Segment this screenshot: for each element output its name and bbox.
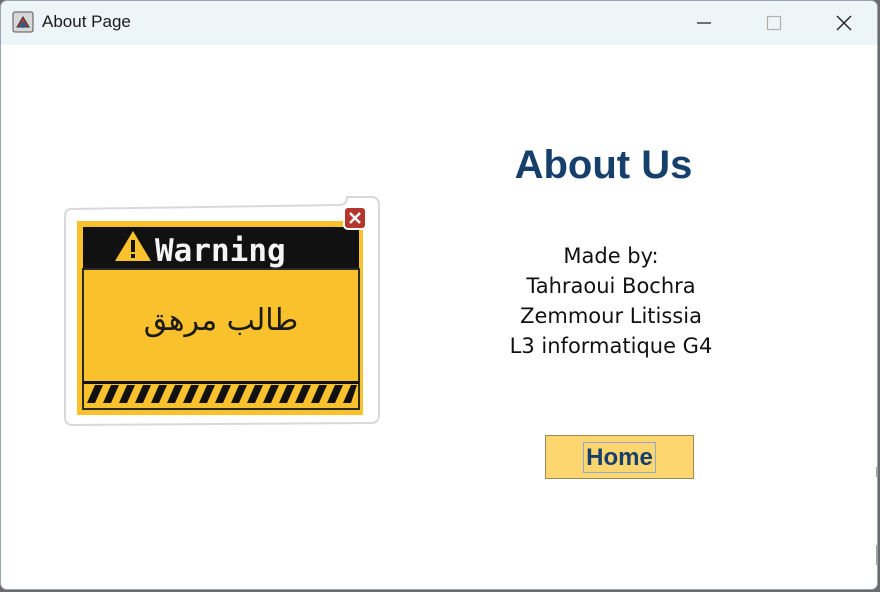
sticker-heading: Warning <box>155 233 286 269</box>
maximize-icon <box>766 15 782 31</box>
maximize-button[interactable] <box>739 1 809 45</box>
close-icon <box>836 15 852 31</box>
group-label: L3 informatique G4 <box>509 334 713 358</box>
sticker-close-icon <box>343 206 367 230</box>
credits-block: Made by: Tahraoui Bochra Zemmour Litissi… <box>471 241 751 361</box>
about-window: About Page Warning طالب مرهق About Us Ma… <box>0 0 878 590</box>
made-by-label: Made by: <box>563 244 659 268</box>
author-name: Zemmour Litissia <box>520 304 702 328</box>
resize-edge <box>876 467 877 565</box>
page-title: About Us <box>514 143 693 187</box>
window-title: About Page <box>42 12 131 31</box>
sticker-arabic-text: طالب مرهق <box>144 303 299 338</box>
home-button-label: Home <box>583 441 656 473</box>
close-button[interactable] <box>809 1 877 45</box>
minimize-button[interactable] <box>669 1 739 45</box>
home-button[interactable]: Home <box>545 435 694 479</box>
minimize-icon <box>697 22 711 24</box>
warning-sticker-image: Warning طالب مرهق <box>64 196 380 427</box>
title-bar[interactable]: About Page <box>1 1 877 45</box>
author-name: Tahraoui Bochra <box>526 274 696 298</box>
java-app-icon <box>12 11 34 33</box>
about-content: Warning طالب مرهق About Us Made by: Tahr… <box>1 45 877 589</box>
